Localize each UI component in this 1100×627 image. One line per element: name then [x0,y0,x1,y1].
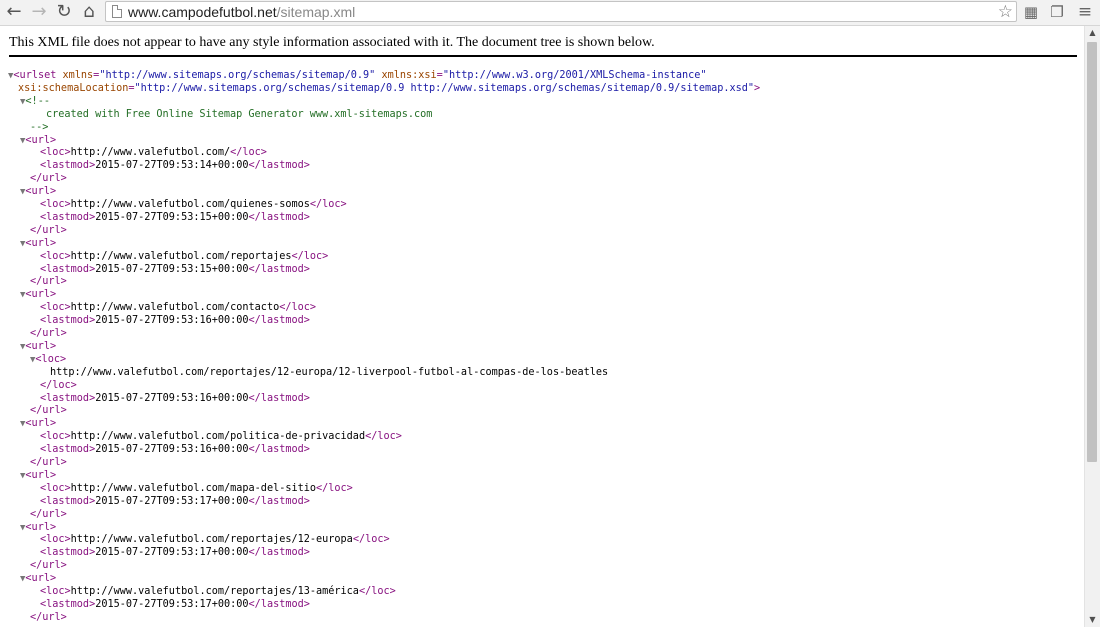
xml-loc: <loc>http://www.valefutbol.com/reportaje… [40,250,329,262]
xml-url-open[interactable]: ▼<url> [20,572,56,585]
xml-lastmod: <lastmod>2015-07-27T09:53:14+00:00</last… [40,160,310,172]
xml-url-close: </url> [30,173,67,185]
scroll-down-icon[interactable]: ▼ [1085,613,1100,627]
xml-lastmod: <lastmod>2015-07-27T09:53:16+00:00</last… [40,444,310,456]
star-icon[interactable]: ☆ [998,2,1013,22]
url-domain: www.campodefutbol.net [128,4,277,20]
xml-root-open[interactable]: ▼<urlset xmlns="http://www.sitemaps.org/… [8,69,707,82]
xml-lastmod: <lastmod>2015-07-27T09:53:15+00:00</last… [40,211,310,223]
xml-loc: <loc>http://www.valefutbol.com/mapa-del-… [40,482,353,494]
xml-url-close: </url> [30,276,67,288]
url-path: /sitemap.xml [276,4,356,20]
xml-url-open[interactable]: ▼<url> [20,417,56,430]
xml-loc: <loc>http://www.valefutbol.com/</loc> [40,147,267,159]
url-text[interactable]: www.campodefutbol.net/sitemap.xml [128,4,355,20]
xml-comment-close: --> [30,121,49,133]
xml-lastmod: <lastmod>2015-07-27T09:53:17+00:00</last… [40,547,310,559]
xml-loc: <loc>http://www.valefutbol.com/contacto<… [40,302,317,314]
xml-url-close: </url> [30,457,67,468]
xml-lastmod: <lastmod>2015-07-27T09:53:16+00:00</last… [40,392,310,404]
xml-comment-text: created with Free Online Sitemap Generat… [46,108,433,120]
xml-url-open[interactable]: ▼<url> [20,521,56,534]
xml-url-close: </url> [30,328,67,339]
xml-url-open[interactable]: ▼<url> [20,134,56,147]
scroll-up-icon[interactable]: ▲ [1085,26,1100,40]
arrow-left-icon[interactable]: ← [4,2,24,22]
vertical-scrollbar[interactable]: ▲ ▼ [1084,26,1100,627]
xml-loc: <loc>http://www.valefutbol.com/reportaje… [40,586,396,597]
xml-lastmod: <lastmod>2015-07-27T09:53:16+00:00</last… [40,315,310,327]
xml-url-close: </url> [30,224,67,236]
xml-loc-close: </loc> [40,379,77,391]
xml-style-notice: This XML file does not appear to have an… [9,35,655,50]
xml-loc-text: http://www.valefutbol.com/reportajes/12-… [50,366,609,378]
xml-url-close: </url> [30,560,67,572]
xml-url-open[interactable]: ▼<url> [20,340,56,353]
xml-url-open[interactable]: ▼<url> [20,237,56,250]
xml-lastmod: <lastmod>2015-07-27T09:53:17+00:00</last… [40,495,310,507]
browser-toolbar: ← → ↻ ⌂ www.campodefutbol.net/sitemap.xm… [0,0,1100,26]
page-icon [112,5,122,18]
xml-lastmod: <lastmod>2015-07-27T09:53:15+00:00</last… [40,263,310,275]
reload-icon[interactable]: ↻ [54,2,74,22]
xml-loc: <loc>http://www.valefutbol.com/politica-… [40,431,402,443]
address-bar[interactable]: www.campodefutbol.net/sitemap.xml ☆ [105,1,1017,22]
xml-url-close: </url> [30,611,67,623]
xml-url-open[interactable]: ▼<url> [20,185,56,198]
xml-loc: <loc>http://www.valefutbol.com/quienes-s… [40,199,347,210]
xml-comment-open[interactable]: ▼<!-- [20,95,50,108]
xml-url-close: </url> [30,508,67,520]
extension-pages-icon[interactable]: ❐ [1048,3,1066,21]
hamburger-menu-icon[interactable]: ≡ [1076,2,1094,22]
scrollbar-thumb[interactable] [1087,42,1097,462]
xml-root-attrs: xsi:schemaLocation="http://www.sitemaps.… [18,82,761,94]
xml-loc-open[interactable]: ▼<loc> [30,353,66,366]
home-icon[interactable]: ⌂ [79,2,99,22]
extension-grid-icon[interactable]: ▦ [1022,3,1040,21]
xml-url-open[interactable]: ▼<url> [20,288,56,301]
xml-url-close: </url> [30,405,67,417]
xml-lastmod: <lastmod>2015-07-27T09:53:17+00:00</last… [40,598,310,610]
notice-divider [9,55,1077,57]
xml-loc: <loc>http://www.valefutbol.com/reportaje… [40,534,390,546]
xml-url-open[interactable]: ▼<url> [20,469,56,482]
arrow-right-icon[interactable]: → [29,2,49,22]
